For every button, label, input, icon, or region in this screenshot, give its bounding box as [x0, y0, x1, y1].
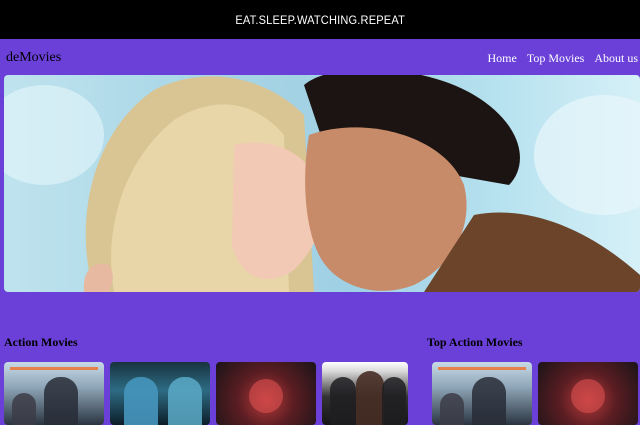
hero-couple-illustration [4, 75, 640, 292]
poster-figure [440, 393, 464, 425]
poster-figure [12, 393, 36, 425]
top-action-movies-row [432, 362, 638, 425]
section-title-action-movies: Action Movies [4, 335, 78, 349]
section-title-top-action-movies: Top Action Movies [427, 335, 523, 349]
poster-figure [330, 377, 356, 425]
poster-title-band [438, 367, 526, 370]
poster-figure [44, 377, 78, 425]
movie-poster[interactable] [4, 362, 104, 425]
poster-figure [382, 377, 406, 425]
movie-poster[interactable] [216, 362, 316, 425]
navbar: deMovies Home Top Movies About us [0, 39, 640, 75]
movie-poster[interactable] [432, 362, 532, 425]
slogan-text: EAT.SLEEP.WATCHING.REPEAT [235, 12, 405, 27]
poster-title-band [10, 367, 98, 370]
movie-poster[interactable] [322, 362, 408, 425]
top-banner: EAT.SLEEP.WATCHING.REPEAT [0, 0, 640, 39]
poster-figure [571, 379, 605, 413]
nav-link-top-movies[interactable]: Top Movies [527, 51, 585, 66]
movie-poster[interactable] [110, 362, 210, 425]
nav-link-home[interactable]: Home [488, 51, 517, 66]
movie-poster[interactable] [538, 362, 638, 425]
brand-logo[interactable]: deMovies [6, 50, 61, 66]
poster-figure [124, 377, 158, 425]
poster-figure [472, 377, 506, 425]
hero-banner-image [4, 75, 640, 292]
poster-figure [249, 379, 283, 413]
nav-links: Home Top Movies About us [488, 51, 639, 66]
action-movies-row [4, 362, 408, 425]
poster-figure [356, 371, 384, 425]
nav-link-about-us[interactable]: About us [594, 51, 638, 66]
poster-figure [168, 377, 202, 425]
